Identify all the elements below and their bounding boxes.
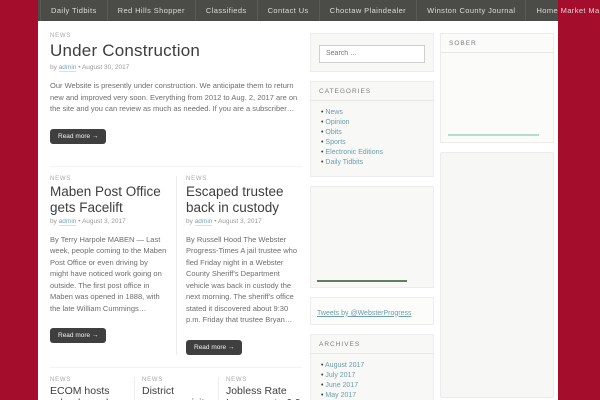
article-title[interactable]: Under Construction (50, 41, 302, 61)
nav-item-winston-county-journal[interactable]: Winston County Journal (417, 0, 527, 21)
nav-item-choctaw-plaindealer[interactable]: Choctaw Plaindealer (320, 0, 418, 21)
category-link-electronic-editions[interactable]: Electronic Editions (325, 149, 383, 156)
article-date: August 3, 2017 (217, 217, 262, 225)
nav-item-home-market-magazine[interactable]: Home Market Magazine (526, 0, 600, 21)
article-category: NEWS (225, 376, 248, 383)
category-item: Daily Tidbits (321, 158, 425, 168)
author-link[interactable]: admin (194, 217, 213, 226)
nav-item-classifieds[interactable]: Classifieds (196, 0, 258, 21)
article-title[interactable]: ECOM hosts school supply giveaway (50, 385, 127, 400)
article-row-2: NEWS Maben Post Office gets Facelift by … (50, 165, 302, 355)
read-more-button[interactable]: Read more → (50, 128, 107, 144)
category-link-opinion[interactable]: Opinion (325, 119, 349, 126)
nav-item-contact-us[interactable]: Contact Us (258, 0, 320, 21)
tweets-link-bar: Tweets by @WebsterProgress (310, 296, 434, 325)
category-item: Sports (321, 138, 425, 148)
read-more-button[interactable]: Read more → (50, 328, 107, 343)
archive-item: July 2017 (321, 371, 425, 381)
byline-prefix: by (50, 64, 57, 71)
archive-link-may-2017[interactable]: May 2017 (325, 392, 356, 399)
byline-prefix: by (50, 217, 57, 225)
top-nav: Daily Tidbits Red Hills Shopper Classifi… (38, 0, 600, 21)
category-item: Obits (321, 128, 425, 138)
article-category: NEWS (50, 33, 72, 39)
sober-title: SOBER (441, 34, 553, 53)
categories-list: News Opinion Obits Sports Electronic Edi… (311, 101, 433, 176)
category-link-news[interactable]: News (325, 109, 343, 116)
right-sidebar: SOBER (440, 33, 554, 400)
sober-loading-bar (448, 134, 539, 136)
article-row-3: NEWS ECOM hosts school supply giveaway b… (50, 366, 302, 400)
category-link-sports[interactable]: Sports (325, 139, 345, 146)
archives-list: August 2017 July 2017 June 2017 May 2017… (311, 354, 433, 400)
author-link[interactable]: admin (58, 217, 77, 226)
article-date: August 3, 2017 (81, 217, 126, 225)
search-input[interactable] (319, 44, 425, 63)
archive-item: August 2017 (321, 361, 425, 371)
article-byline: by admin • August 3, 2017 (50, 217, 167, 226)
article-byline: by admin • August 3, 2017 (186, 217, 302, 226)
article-district-governor: NEWS District governor visits Rotary Clu… (133, 376, 218, 400)
tweets-link[interactable]: Tweets by @WebsterProgress (317, 310, 412, 317)
ad-placeholder-box (440, 152, 554, 398)
byline-sep: • (78, 64, 81, 71)
archives-widget: Archives August 2017 July 2017 June 2017… (310, 333, 434, 400)
twitter-loading-bar (317, 279, 407, 282)
nav-item-daily-tidbits[interactable]: Daily Tidbits (40, 0, 108, 21)
article-maben-post-office: NEWS Maben Post Office gets Facelift by … (50, 176, 176, 355)
archive-item: June 2017 (321, 381, 425, 391)
byline-prefix: by (186, 217, 193, 225)
category-item: Electronic Editions (321, 148, 425, 158)
archive-link-june-2017[interactable]: June 2017 (325, 382, 358, 389)
article-excerpt: By Russell Hood The Webster Progress-Tim… (186, 234, 298, 325)
byline-sep: • (78, 217, 81, 225)
article-excerpt: Our Website is presently under construct… (50, 81, 298, 113)
categories-widget: Categories News Opinion Obits Sports Ele… (310, 80, 434, 177)
sidebar: Categories News Opinion Obits Sports Ele… (310, 33, 434, 400)
author-link[interactable]: admin (58, 64, 77, 72)
article-title[interactable]: Escaped trustee back in custody (186, 184, 302, 216)
byline-sep: • (214, 217, 217, 225)
nav-item-red-hills-shopper[interactable]: Red Hills Shopper (108, 0, 196, 21)
article-ecom-giveaway: NEWS ECOM hosts school supply giveaway b… (50, 377, 134, 400)
article-byline: by admin • August 30, 2017 (50, 64, 302, 72)
content-area: NEWS Under Construction by admin • Augus… (38, 21, 558, 400)
article-escaped-trustee: NEWS Escaped trustee back in custody by … (176, 175, 302, 355)
article-title[interactable]: District governor visits Rotary Club (142, 385, 211, 400)
article-excerpt: By Terry Harpole MABEN — Last week, peop… (50, 234, 167, 313)
sober-widget: SOBER (440, 33, 554, 143)
category-item: Opinion (321, 118, 425, 128)
article-title[interactable]: Maben Post Office gets Facelift (50, 184, 167, 216)
article-jobless-rate: NEWS Jobless Rate Increases to 6.9 Perce… (217, 376, 302, 400)
categories-title: Categories (311, 82, 433, 101)
article-title[interactable]: Jobless Rate Increases to 6.9 Percent (226, 385, 302, 400)
archive-link-july-2017[interactable]: July 2017 (325, 372, 355, 379)
article-category: NEWS (186, 175, 208, 182)
article-category: NEWS (50, 175, 72, 182)
twitter-widget-placeholder (310, 185, 434, 288)
article-under-construction: NEWS Under Construction by admin • Augus… (50, 33, 302, 144)
read-more-button[interactable]: Read more → (186, 339, 243, 355)
archives-title: Archives (311, 335, 433, 354)
category-link-obits[interactable]: Obits (325, 129, 341, 136)
page-container: Daily Tidbits Red Hills Shopper Classifi… (38, 0, 600, 400)
article-category: NEWS (50, 376, 72, 383)
article-date: August 30, 2017 (81, 64, 130, 71)
archive-item: May 2017 (321, 391, 425, 400)
category-link-daily-tidbits[interactable]: Daily Tidbits (325, 159, 363, 166)
search-widget (310, 33, 434, 72)
category-item: News (321, 108, 425, 118)
main-column: NEWS Under Construction by admin • Augus… (50, 33, 302, 400)
archive-link-august-2017[interactable]: August 2017 (325, 362, 364, 369)
article-category: NEWS (141, 376, 164, 383)
